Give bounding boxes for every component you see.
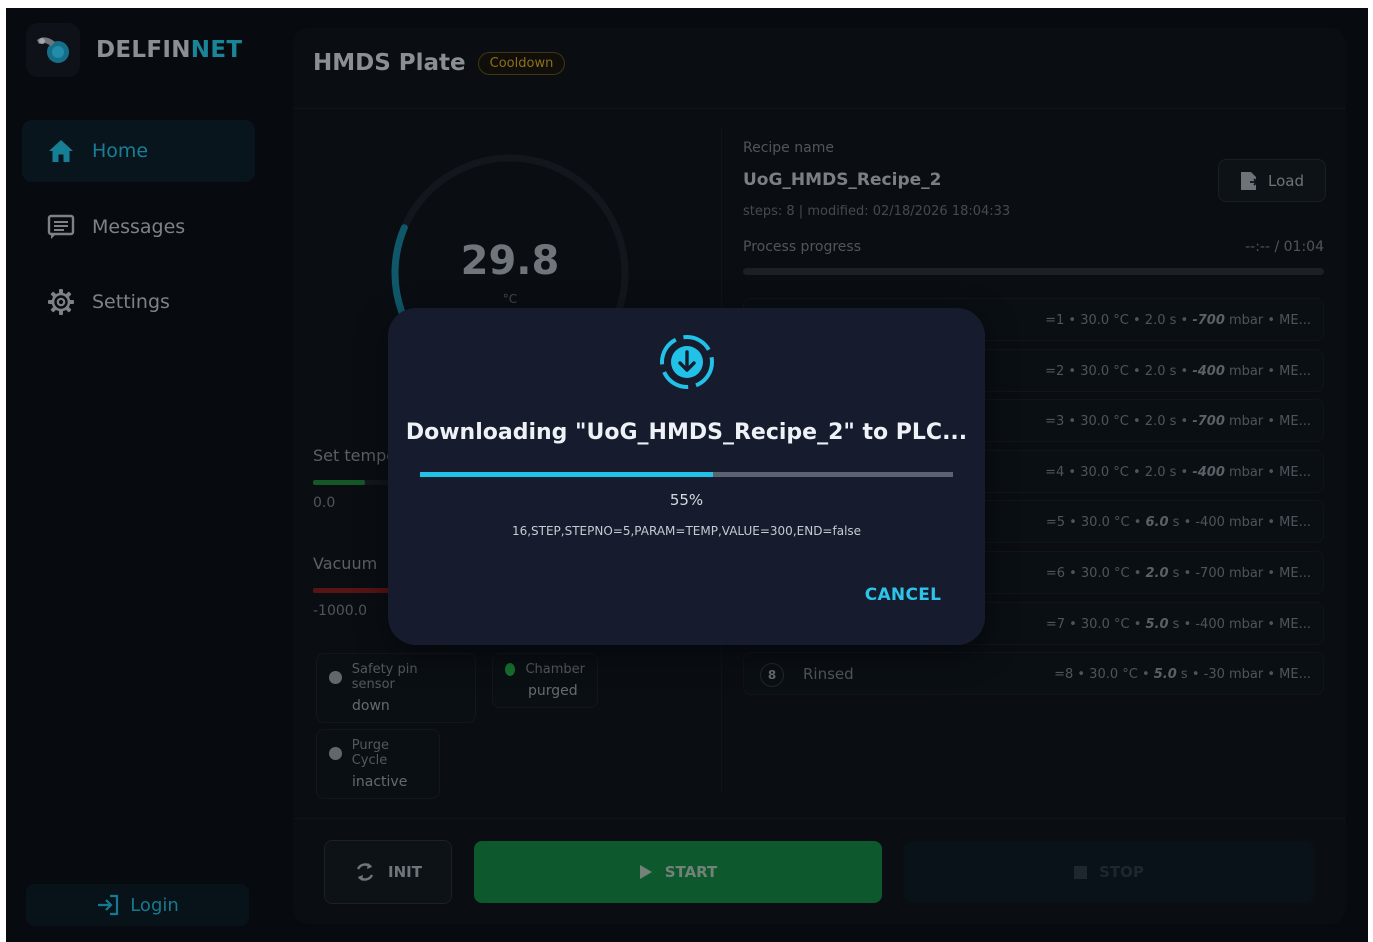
download-progress-fill	[420, 472, 714, 477]
download-progress-icon	[660, 335, 714, 389]
app-window: DELFINNET Home Messages Settings Login H…	[6, 8, 1368, 942]
cancel-button[interactable]: CANCEL	[853, 580, 953, 610]
download-dialog: Downloading "UoG_HMDS_Recipe_2" to PLC..…	[388, 308, 985, 645]
plc-command-text: 16,STEP,STEPNO=5,PARAM=TEMP,VALUE=300,EN…	[511, 524, 862, 538]
download-percent: 55%	[669, 491, 704, 509]
dialog-title: Downloading "UoG_HMDS_Recipe_2" to PLC..…	[405, 420, 968, 445]
download-progress-bar	[420, 472, 953, 477]
